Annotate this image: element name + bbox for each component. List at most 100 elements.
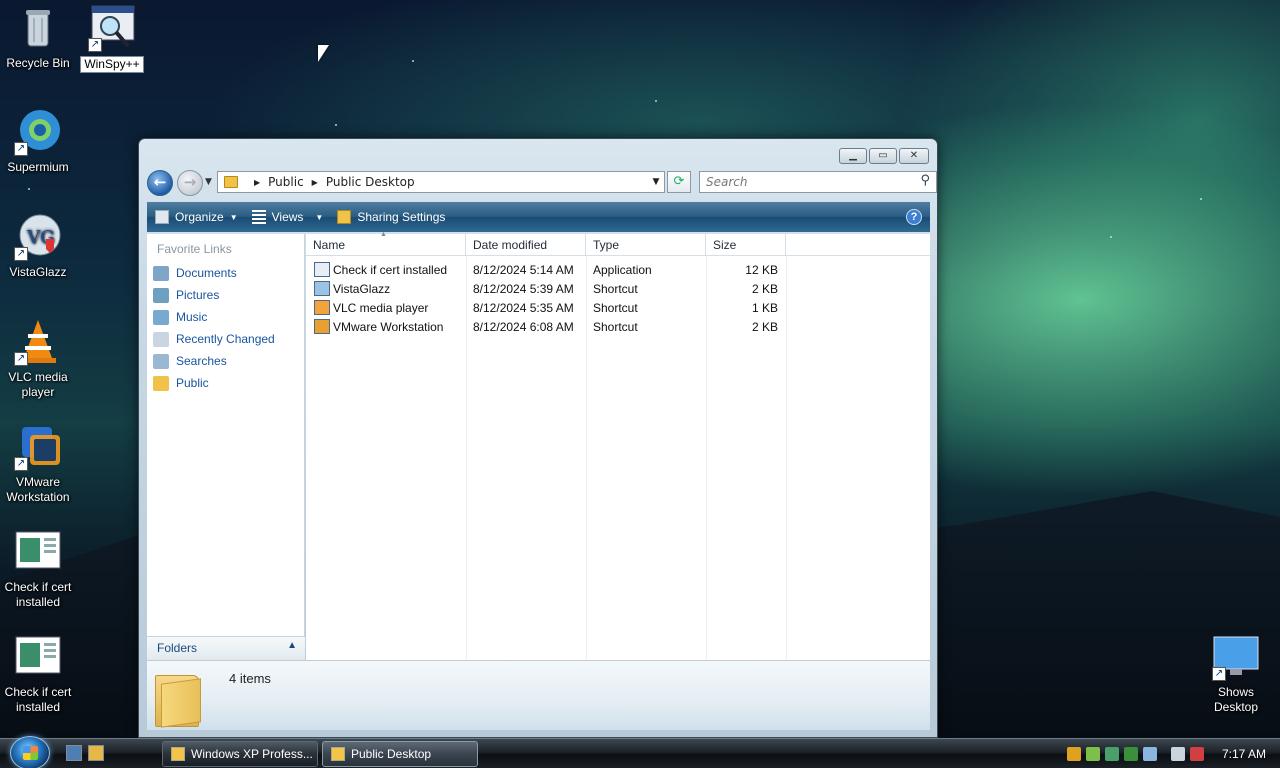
- maximize-button[interactable]: ▭: [869, 148, 897, 164]
- explorer-quicklaunch-icon[interactable]: [88, 745, 104, 761]
- start-button[interactable]: [10, 736, 50, 768]
- searches-icon: [153, 353, 169, 369]
- folder-icon: [153, 375, 169, 391]
- winspy-icon: ↗: [88, 4, 136, 52]
- close-button[interactable]: ✕: [899, 148, 929, 164]
- shortcut-arrow-icon: ↗: [14, 142, 28, 156]
- security-shield-icon[interactable]: [1066, 747, 1081, 761]
- search-placeholder: Search: [706, 175, 748, 189]
- column-divider: [706, 256, 707, 660]
- checkmark-icon[interactable]: [1085, 747, 1100, 761]
- organize-icon: [155, 210, 169, 224]
- taskbar-button-windows-xp[interactable]: Windows XP Profess...: [162, 741, 318, 767]
- chevron-right-icon[interactable]: ▶: [254, 178, 260, 187]
- desktop-icon-vlc[interactable]: ↗ VLC media player: [0, 318, 76, 400]
- chevron-up-icon: ▲: [287, 640, 297, 651]
- folder-icon: [155, 669, 205, 728]
- file-list: ▲ Name Date modified Type Size Check if …: [306, 231, 930, 660]
- desktop-icon-supermium[interactable]: ↗ Supermium: [0, 108, 76, 175]
- column-header-date[interactable]: Date modified: [466, 234, 586, 255]
- address-bar[interactable]: ▶ Public ▶ Public Desktop ▼: [217, 171, 665, 193]
- desktop-icon-label: Supermium: [7, 160, 69, 174]
- chevron-right-icon[interactable]: ▶: [312, 178, 318, 187]
- table-row[interactable]: VMware Workstation 8/12/2024 6:08 AM Sho…: [306, 317, 930, 336]
- notification-area: 7:17 AM: [1062, 741, 1280, 767]
- search-icon[interactable]: ⚲: [920, 173, 930, 188]
- table-row[interactable]: Check if cert installed 8/12/2024 5:14 A…: [306, 260, 930, 279]
- nav-link-label: Searches: [176, 354, 227, 368]
- nav-link-searches[interactable]: Searches: [147, 350, 304, 372]
- vmware-icon: [171, 747, 185, 761]
- nav-link-pictures[interactable]: Pictures: [147, 284, 304, 306]
- desktop-icon-check-cert-1[interactable]: Check if cert installed: [0, 528, 76, 610]
- column-header-size[interactable]: Size: [706, 234, 786, 255]
- column-header-type[interactable]: Type: [586, 234, 706, 255]
- sync-icon[interactable]: [1123, 747, 1138, 761]
- network-icon[interactable]: [1104, 747, 1119, 761]
- table-row[interactable]: VLC media player 8/12/2024 5:35 AM Short…: [306, 298, 930, 317]
- help-icon[interactable]: ?: [906, 209, 922, 225]
- column-divider: [466, 256, 467, 660]
- nav-link-documents[interactable]: Documents: [147, 262, 304, 284]
- wallpaper-star: [28, 188, 30, 190]
- search-input[interactable]: Search ⚲: [699, 171, 937, 193]
- recently-changed-icon: [153, 331, 169, 347]
- clock[interactable]: 7:17 AM: [1222, 747, 1266, 761]
- shortcut-arrow-icon: ↗: [14, 352, 28, 366]
- breadcrumb-public-desktop[interactable]: Public Desktop: [326, 175, 415, 189]
- desktop-icon-vistaglazz[interactable]: VG ↗ VistaGlazz: [0, 213, 76, 280]
- documents-icon: [153, 265, 169, 281]
- vistaglazz-icon: [314, 281, 330, 296]
- recycle-bin-icon: [14, 4, 62, 52]
- monitor-icon[interactable]: [1170, 747, 1185, 761]
- file-date: 8/12/2024 6:08 AM: [473, 319, 574, 334]
- chevron-down-icon: ▼: [229, 212, 238, 222]
- desktop-icon-check-cert-2[interactable]: Check if cert installed: [0, 633, 76, 715]
- show-desktop-quicklaunch-icon[interactable]: [66, 745, 82, 761]
- minimize-button[interactable]: ▁: [839, 148, 867, 164]
- show-desktop-icon: ↗: [1212, 633, 1260, 681]
- desktop-icon-shows-desktop[interactable]: ↗ Shows Desktop: [1198, 633, 1274, 715]
- desktop-icon-winspy[interactable]: ↗ WinSpy++: [74, 4, 150, 73]
- column-header-name[interactable]: ▲ Name: [306, 231, 466, 255]
- desktop-icon-label: Check if cert installed: [4, 685, 72, 714]
- desktop-icon-label: VLC media player: [8, 370, 68, 399]
- file-name: VistaGlazz: [333, 281, 391, 296]
- desktop-icon-label: WinSpy++: [80, 56, 144, 73]
- nav-link-public[interactable]: Public: [147, 372, 304, 394]
- chevron-down-icon[interactable]: ▼: [648, 177, 664, 187]
- volume-muted-icon[interactable]: [1189, 747, 1204, 761]
- vmware-icon: [314, 319, 330, 334]
- folder-icon: [331, 747, 345, 761]
- views-button[interactable]: Views ▼: [251, 210, 324, 224]
- folders-toggle[interactable]: Folders ▲: [147, 636, 305, 660]
- file-type: Shortcut: [593, 300, 638, 315]
- nav-link-label: Music: [176, 310, 208, 324]
- nav-link-recently-changed[interactable]: Recently Changed: [147, 328, 304, 350]
- taskbar-button-label: Windows XP Profess...: [191, 747, 313, 761]
- forward-button[interactable]: →: [177, 170, 203, 196]
- favorite-links-heading: Favorite Links: [157, 242, 232, 256]
- wallpaper-star: [412, 60, 414, 62]
- chevron-down-icon: ▼: [315, 212, 324, 222]
- address-row: ← → ▼ ▶ Public ▶ Public Desktop ▼ ⟳ Sear…: [147, 169, 937, 196]
- taskbar-button-public-desktop[interactable]: Public Desktop: [322, 741, 478, 767]
- organize-button[interactable]: Organize ▼: [155, 210, 238, 224]
- mouse-cursor-icon: [318, 45, 329, 62]
- nav-link-music[interactable]: Music: [147, 306, 304, 328]
- desktop-icon-recycle-bin[interactable]: Recycle Bin: [0, 4, 76, 71]
- breadcrumb-public[interactable]: Public: [268, 175, 304, 189]
- recent-pages-dropdown[interactable]: ▼: [205, 177, 212, 187]
- table-row[interactable]: VistaGlazz 8/12/2024 5:39 AM Shortcut 2 …: [306, 279, 930, 298]
- sharing-settings-button[interactable]: Sharing Settings: [337, 210, 445, 224]
- back-button[interactable]: ←: [147, 170, 173, 196]
- desktop-icon-vmware[interactable]: ↗ VMware Workstation: [0, 423, 76, 505]
- file-size: 12 KB: [745, 262, 778, 277]
- file-type: Shortcut: [593, 281, 638, 296]
- shortcut-arrow-icon: ↗: [14, 457, 28, 471]
- vistaglazz-icon: VG ↗: [14, 213, 62, 261]
- refresh-button[interactable]: ⟳: [667, 171, 691, 193]
- device-icon[interactable]: [1142, 747, 1157, 761]
- wallpaper-star: [335, 124, 337, 126]
- column-headers: ▲ Name Date modified Type Size: [306, 231, 930, 256]
